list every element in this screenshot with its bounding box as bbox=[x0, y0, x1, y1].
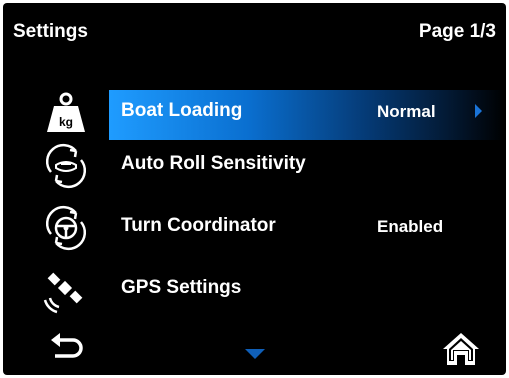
menu-item-label: Turn Coordinator bbox=[121, 215, 276, 236]
menu-item-value: Normal bbox=[377, 102, 436, 121]
satellite-icon bbox=[43, 272, 83, 314]
page-indicator: Page 1/3 bbox=[418, 21, 496, 42]
menu-item-label: Boat Loading bbox=[121, 100, 243, 121]
chevron-right-icon bbox=[475, 104, 482, 118]
svg-text:kg: kg bbox=[59, 115, 73, 129]
menu-item-label: Auto Roll Sensitivity bbox=[121, 153, 306, 174]
settings-screen: Settings Page 1/3 kg Boat Loading Normal… bbox=[3, 3, 506, 375]
menu-item-label: GPS Settings bbox=[121, 277, 242, 298]
scroll-down-icon[interactable] bbox=[233, 329, 277, 373]
auto-roll-icon bbox=[45, 143, 87, 189]
steering-wheel-icon bbox=[45, 205, 87, 251]
menu-item-value: Enabled bbox=[377, 217, 444, 236]
home-icon[interactable] bbox=[439, 327, 483, 371]
weight-kg-icon: kg bbox=[47, 92, 85, 132]
back-icon[interactable] bbox=[43, 327, 87, 371]
menu-item-boat-loading[interactable]: kg Boat Loading Normal bbox=[3, 84, 506, 142]
menu-item-auto-roll-sensitivity[interactable]: Auto Roll Sensitivity bbox=[3, 137, 506, 195]
menu-item-gps-settings[interactable]: GPS Settings bbox=[3, 261, 506, 319]
page-title: Settings bbox=[13, 21, 88, 42]
menu-item-turn-coordinator[interactable]: Turn Coordinator Enabled bbox=[3, 199, 506, 257]
